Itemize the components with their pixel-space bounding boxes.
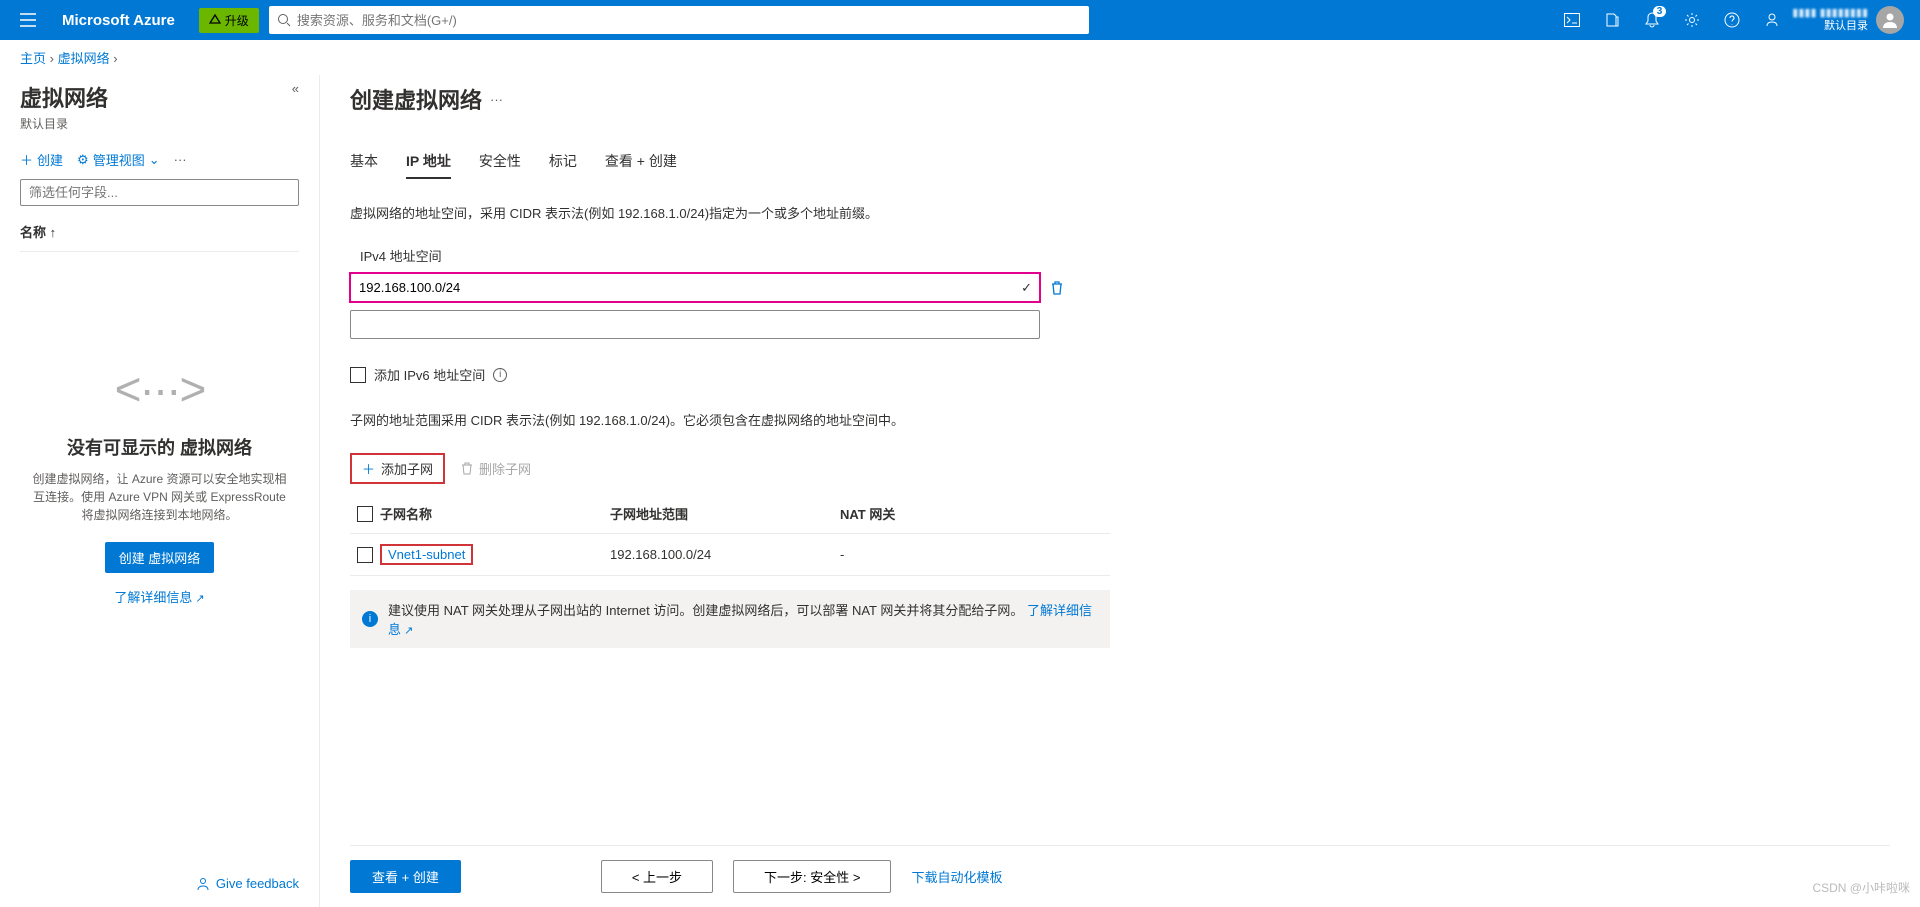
- tab-tags[interactable]: 标记: [549, 145, 577, 179]
- manage-view-button[interactable]: ⚙管理视图⌄: [77, 150, 160, 169]
- sidebar-toolbar: ＋创建 ⚙管理视图⌄ ···: [20, 150, 299, 169]
- sidebar-title: 虚拟网络: [20, 81, 108, 113]
- ipv4-input-empty[interactable]: [350, 310, 1040, 339]
- review-create-button[interactable]: 查看 + 创建: [350, 860, 461, 893]
- give-feedback[interactable]: Give feedback: [20, 876, 299, 891]
- user-text: ▮▮▮▮ ▮▮▮▮▮▮▮▮ 默认目录: [1792, 7, 1868, 33]
- info-circle-icon: i: [362, 611, 378, 627]
- breadcrumb-home[interactable]: 主页: [20, 51, 46, 66]
- ipv6-label: 添加 IPv6 地址空间: [374, 365, 485, 384]
- breadcrumb-vnet[interactable]: 虚拟网络: [58, 51, 110, 66]
- settings-icon[interactable]: [1672, 0, 1712, 40]
- avatar: [1876, 6, 1904, 34]
- user-block[interactable]: ▮▮▮▮ ▮▮▮▮▮▮▮▮ 默认目录: [1792, 6, 1912, 34]
- chevron-down-icon: ⌄: [149, 152, 160, 168]
- info-text: 建议使用 NAT 网关处理从子网出站的 Internet 访问。创建虚拟网络后，…: [388, 603, 1023, 618]
- breadcrumb-sep2: ›: [113, 51, 117, 66]
- brand-label[interactable]: Microsoft Azure: [48, 12, 189, 29]
- top-header: Microsoft Azure 升级 3 ▮▮▮▮ ▮▮▮▮▮▮▮▮ 默认目录: [0, 0, 1920, 40]
- col-subnet-nat: NAT 网关: [840, 504, 1110, 523]
- search-box[interactable]: [269, 6, 1089, 34]
- search-icon: [277, 13, 291, 27]
- page-title: 创建虚拟网络: [350, 83, 482, 115]
- feedback-icon[interactable]: [1752, 0, 1792, 40]
- tab-basic[interactable]: 基本: [350, 145, 378, 179]
- breadcrumb-sep: ›: [50, 51, 54, 66]
- prev-button[interactable]: < 上一步: [601, 860, 713, 893]
- delete-subnet-button[interactable]: 删除子网: [461, 459, 531, 478]
- directories-icon[interactable]: [1592, 0, 1632, 40]
- upgrade-label: 升级: [225, 12, 249, 29]
- tab-review[interactable]: 查看 + 创建: [605, 145, 677, 179]
- subnet-name-link[interactable]: Vnet1-subnet: [380, 544, 473, 565]
- create-button[interactable]: ＋创建: [20, 150, 63, 169]
- upgrade-icon: [209, 14, 221, 26]
- addr-space-desc: 虚拟网络的地址空间，采用 CIDR 表示法(例如 192.168.1.0/24)…: [350, 203, 1890, 222]
- search-input[interactable]: [297, 13, 1081, 28]
- more-actions[interactable]: ···: [490, 92, 503, 107]
- filter-input[interactable]: [20, 179, 299, 206]
- column-name-header[interactable]: 名称 ↑: [20, 212, 299, 252]
- info-bar: i 建议使用 NAT 网关处理从子网出站的 Internet 访问。创建虚拟网络…: [350, 590, 1110, 648]
- user-name: ▮▮▮▮ ▮▮▮▮▮▮▮▮: [1792, 7, 1868, 20]
- gear-icon: ⚙: [77, 152, 89, 168]
- next-button[interactable]: 下一步: 安全性 >: [733, 860, 891, 893]
- learn-more-link[interactable]: 了解详细信息: [114, 590, 204, 605]
- empty-state: <···> 没有可显示的 虚拟网络 创建虚拟网络，让 Azure 资源可以安全地…: [20, 362, 299, 606]
- empty-title: 没有可显示的 虚拟网络: [30, 434, 289, 460]
- user-directory: 默认目录: [1792, 20, 1868, 33]
- notifications-icon[interactable]: 3: [1632, 0, 1672, 40]
- watermark: CSDN @小咔啦咪: [1812, 879, 1910, 896]
- select-all-checkbox[interactable]: [357, 506, 373, 522]
- more-menu[interactable]: ···: [174, 152, 187, 167]
- ipv4-input-empty-wrap: [350, 310, 1040, 339]
- plus-icon: ＋: [362, 459, 375, 478]
- subnet-range: 192.168.100.0/24: [610, 547, 840, 562]
- ipv4-label: IPv4 地址空间: [350, 246, 1890, 265]
- subnet-desc: 子网的地址范围采用 CIDR 表示法(例如 192.168.1.0/24)。它必…: [350, 410, 1890, 429]
- download-template-link[interactable]: 下载自动化模板: [911, 867, 1002, 886]
- ipv4-input[interactable]: [350, 273, 1040, 302]
- hamburger-icon[interactable]: [8, 0, 48, 40]
- help-icon[interactable]: [1712, 0, 1752, 40]
- sidebar-subtitle: 默认目录: [20, 115, 108, 132]
- col-subnet-name: 子网名称: [380, 504, 610, 523]
- plus-icon: ＋: [20, 150, 33, 169]
- collapse-icon[interactable]: «: [292, 81, 299, 96]
- trash-icon: [461, 462, 473, 476]
- tab-ip[interactable]: IP 地址: [406, 145, 451, 179]
- empty-icon: <···>: [30, 362, 289, 416]
- feedback-person-icon: [196, 877, 210, 891]
- ipv4-input-wrap: ✓: [350, 273, 1040, 302]
- add-subnet-button[interactable]: ＋ 添加子网: [350, 453, 445, 484]
- row-checkbox[interactable]: [357, 547, 373, 563]
- subnet-table: 子网名称 子网地址范围 NAT 网关 Vnet1-subnet 192.168.…: [350, 494, 1110, 576]
- col-subnet-range: 子网地址范围: [610, 504, 840, 523]
- info-icon[interactable]: i: [493, 368, 507, 382]
- upgrade-button[interactable]: 升级: [199, 8, 259, 33]
- table-row: Vnet1-subnet 192.168.100.0/24 -: [350, 534, 1110, 576]
- wizard-footer: 查看 + 创建 < 上一步 下一步: 安全性 > 下载自动化模板: [350, 845, 1890, 907]
- tabs: 基本 IP 地址 安全性 标记 查看 + 创建: [350, 145, 1890, 179]
- notification-badge: 3: [1653, 6, 1667, 17]
- delete-addr-icon[interactable]: [1050, 280, 1064, 296]
- breadcrumb: 主页 › 虚拟网络 ›: [0, 40, 1920, 75]
- sidebar: 虚拟网络 默认目录 « ＋创建 ⚙管理视图⌄ ··· 名称 ↑ <···> 没有…: [0, 75, 320, 907]
- ipv6-checkbox[interactable]: [350, 367, 366, 383]
- empty-desc: 创建虚拟网络，让 Azure 资源可以安全地实现相互连接。使用 Azure VP…: [30, 470, 289, 524]
- subnet-nat: -: [840, 547, 1110, 562]
- cloud-shell-icon[interactable]: [1552, 0, 1592, 40]
- header-icons: 3 ▮▮▮▮ ▮▮▮▮▮▮▮▮ 默认目录: [1552, 0, 1912, 40]
- create-vnet-button[interactable]: 创建 虚拟网络: [105, 542, 215, 573]
- tab-security[interactable]: 安全性: [479, 145, 521, 179]
- main-panel: 创建虚拟网络 ··· 基本 IP 地址 安全性 标记 查看 + 创建 虚拟网络的…: [320, 75, 1920, 907]
